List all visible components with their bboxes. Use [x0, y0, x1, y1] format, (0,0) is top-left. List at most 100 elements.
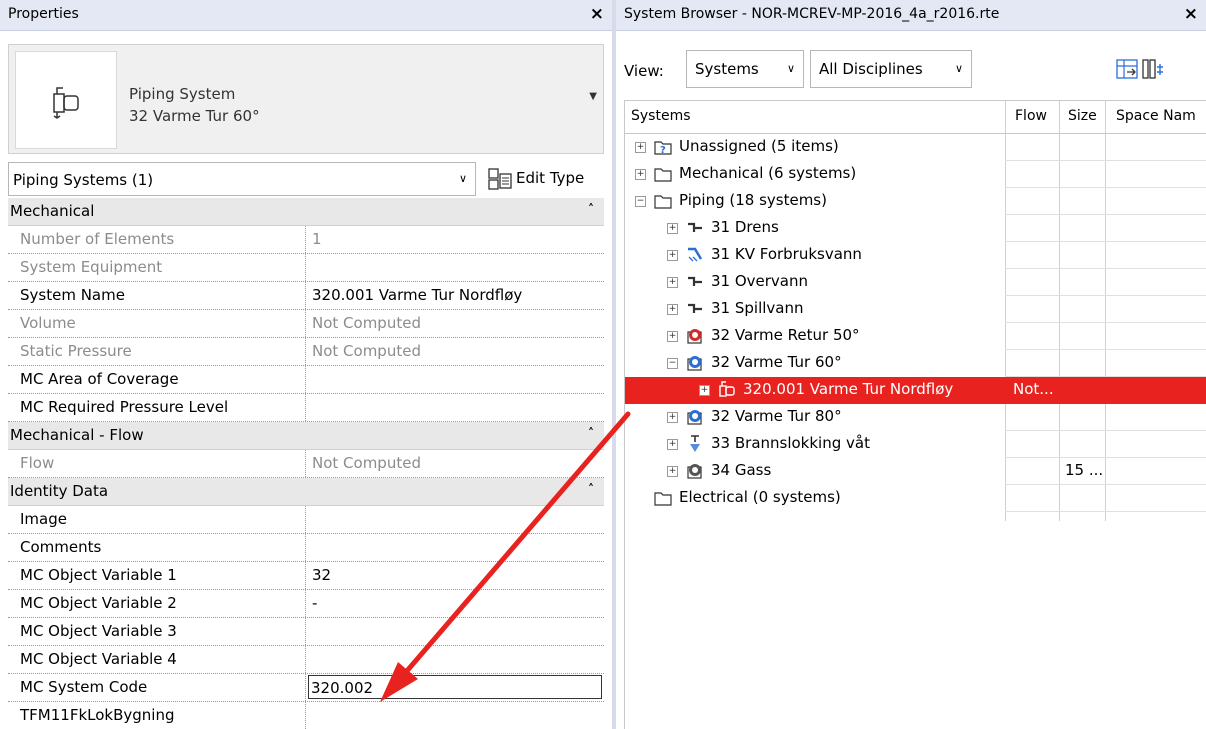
expand-icon[interactable]: + — [667, 466, 678, 477]
property-row[interactable]: Flow Not Computed — [8, 450, 604, 478]
tree-row[interactable]: +34 Gass 15 ... — [625, 458, 1206, 485]
tree-header: Systems Flow Size Space Nam — [625, 101, 1206, 134]
property-row[interactable]: MC Object Variable 2- — [8, 590, 604, 618]
type-name: 32 Varme Tur 60° — [129, 107, 260, 125]
column-header-flow[interactable]: Flow — [1015, 108, 1047, 124]
gas-icon — [685, 461, 705, 481]
column-header-space-name[interactable]: Space Nam — [1116, 108, 1196, 124]
property-group-header[interactable]: Mechanical - Flow ˄ — [8, 422, 604, 450]
type-dropdown-icon[interactable]: ▼ — [589, 91, 597, 102]
collapse-icon[interactable]: ˄ — [588, 426, 594, 440]
tree-row[interactable]: +? Unassigned (5 items) — [625, 134, 1206, 161]
folder-icon — [653, 191, 673, 211]
properties-close-button[interactable]: × — [590, 4, 604, 24]
hydronic-return-icon — [685, 326, 705, 346]
tree-row-label: 33 Brannslokking våt — [711, 434, 870, 452]
collapse-icon[interactable]: ˄ — [588, 202, 594, 216]
instance-selector[interactable]: Piping Systems (1) ∨ — [8, 162, 476, 196]
tree-row-label: Piping (18 systems) — [679, 191, 827, 209]
property-label: MC System Code — [8, 674, 306, 701]
property-label: Flow — [8, 450, 306, 477]
drain-icon — [685, 272, 705, 292]
piping-system-icon — [717, 380, 737, 400]
column-settings-icon[interactable] — [1142, 58, 1164, 80]
property-group-header[interactable]: Mechanical ˄ — [8, 198, 604, 226]
collapse-icon[interactable]: − — [635, 196, 646, 207]
property-value[interactable] — [306, 534, 604, 565]
tree-row-label: Unassigned (5 items) — [679, 137, 839, 155]
type-selector[interactable]: Piping System 32 Varme Tur 60° ▼ — [8, 44, 604, 154]
tree-row[interactable]: +31 Drens — [625, 215, 1206, 242]
property-value[interactable] — [306, 618, 604, 649]
property-value[interactable]: - — [306, 590, 604, 621]
property-row[interactable]: MC System Code 320.002 — [8, 674, 604, 702]
property-row[interactable]: MC Object Variable 4 — [8, 646, 604, 674]
property-value[interactable] — [306, 366, 604, 397]
property-value[interactable] — [306, 646, 604, 677]
property-value[interactable]: Not Computed — [306, 450, 604, 481]
property-row[interactable]: MC Required Pressure Level — [8, 394, 604, 422]
property-row[interactable]: MC Object Variable 3 — [8, 618, 604, 646]
tree-row[interactable]: +31 Spillvann — [625, 296, 1206, 323]
property-value[interactable]: Not Computed — [306, 338, 604, 369]
expand-icon[interactable]: + — [667, 331, 678, 342]
property-label: MC Object Variable 2 — [8, 590, 306, 617]
tree-row[interactable]: +32 Varme Retur 50° — [625, 323, 1206, 350]
tree-row[interactable]: − 32 Varme Tur 60° — [625, 350, 1206, 377]
property-label: TFM11FkLokBygning — [8, 702, 306, 729]
property-value[interactable]: 1 — [306, 226, 604, 257]
expand-icon[interactable]: + — [667, 223, 678, 234]
tree-row[interactable]: +32 Varme Tur 80° — [625, 404, 1206, 431]
tree-row[interactable]: Electrical (0 systems) — [625, 485, 1206, 512]
drain-icon — [685, 299, 705, 319]
property-value[interactable] — [306, 506, 604, 537]
property-row[interactable]: Image — [8, 506, 604, 534]
property-group-name: Mechanical — [10, 202, 95, 220]
property-row[interactable]: MC Area of Coverage — [8, 366, 604, 394]
expand-icon[interactable]: + — [667, 250, 678, 261]
property-row[interactable]: TFM11FkLokBygning — [8, 702, 604, 729]
expand-icon[interactable]: + — [635, 142, 646, 153]
property-row[interactable]: Number of Elements 1 — [8, 226, 604, 254]
expand-icon[interactable]: + — [699, 385, 710, 396]
property-row[interactable]: Comments — [8, 534, 604, 562]
property-row[interactable]: Static Pressure Not Computed — [8, 338, 604, 366]
view-combo[interactable]: Systems ∨ — [686, 50, 804, 88]
expand-icon[interactable]: + — [667, 304, 678, 315]
property-row[interactable]: MC Object Variable 1 32 — [8, 562, 604, 590]
tree-row-selected[interactable]: +320.001 Varme Tur Nordfløy Not... — [625, 377, 1206, 404]
tree-row[interactable]: + Mechanical (6 systems) — [625, 161, 1206, 188]
property-value[interactable]: 320.001 Varme Tur Nordfløy — [306, 282, 604, 313]
expand-icon[interactable]: + — [667, 412, 678, 423]
property-group-header[interactable]: Identity Data ˄ — [8, 478, 604, 506]
properties-panel: Properties × Piping System 32 Varme Tur … — [0, 0, 612, 729]
property-value[interactable] — [306, 254, 604, 285]
expand-icon[interactable]: + — [667, 277, 678, 288]
autofit-columns-icon[interactable] — [1116, 58, 1138, 80]
property-row[interactable]: System Name 320.001 Varme Tur Nordfløy — [8, 282, 604, 310]
tree-row[interactable]: − Piping (18 systems) — [625, 188, 1206, 215]
column-header-size[interactable]: Size — [1068, 108, 1097, 124]
edit-type-button[interactable]: Edit Type — [484, 164, 604, 194]
property-value[interactable] — [306, 702, 604, 729]
tree-row[interactable]: +31 KV Forbruksvann — [625, 242, 1206, 269]
tree-row[interactable]: +31 Overvann — [625, 269, 1206, 296]
expand-icon[interactable]: + — [635, 169, 646, 180]
property-value[interactable] — [306, 394, 604, 425]
property-row[interactable]: Volume Not Computed — [8, 310, 604, 338]
tree-row-label: 31 Spillvann — [711, 299, 804, 317]
property-value-input[interactable]: 320.002 — [308, 675, 602, 699]
collapse-icon[interactable]: − — [667, 358, 678, 369]
property-row[interactable]: System Equipment — [8, 254, 604, 282]
property-value[interactable]: 32 — [306, 562, 604, 593]
property-label: Image — [8, 506, 306, 533]
system-browser-close-button[interactable]: × — [1184, 4, 1198, 24]
property-group-name: Identity Data — [10, 482, 109, 500]
expand-icon[interactable]: + — [667, 439, 678, 450]
column-header-systems[interactable]: Systems — [631, 108, 691, 124]
discipline-combo[interactable]: All Disciplines ∨ — [810, 50, 972, 88]
collapse-icon[interactable]: ˄ — [588, 482, 594, 496]
property-grid: Mechanical ˄ Number of Elements 1 System Equ… — [8, 198, 604, 729]
tree-row[interactable]: +33 Brannslokking våt — [625, 431, 1206, 458]
property-value[interactable]: Not Computed — [306, 310, 604, 341]
